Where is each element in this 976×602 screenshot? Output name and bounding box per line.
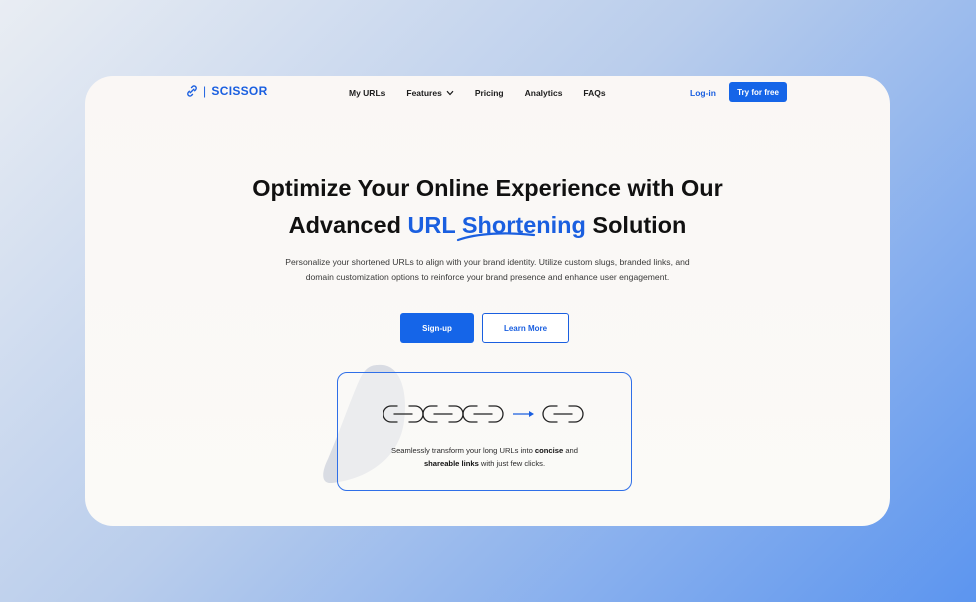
login-link[interactable]: Log-in	[690, 88, 716, 98]
hero-description: Personalize your shortened URLs to align…	[285, 257, 690, 282]
learn-more-button[interactable]: Learn More	[482, 313, 569, 343]
hero-headline-line1: Optimize Your Online Experience with Our	[252, 175, 723, 201]
brand-logo[interactable]: | SCISSOR	[186, 84, 268, 98]
feature-text-a: Seamlessly transform your long URLs into	[391, 446, 535, 455]
url-shortening-illustration-icon	[383, 405, 584, 423]
nav-item-my-urls[interactable]: My URLs	[349, 88, 385, 98]
signup-button[interactable]: Sign-up	[400, 313, 474, 343]
brand-name: SCISSOR	[211, 84, 268, 98]
nav-item-features[interactable]: Features	[406, 88, 454, 98]
feature-text-concise: concise	[534, 446, 564, 455]
link-icon	[187, 85, 197, 97]
nav-item-faqs[interactable]: FAQs	[583, 88, 605, 98]
try-for-free-button[interactable]: Try for free	[729, 82, 787, 102]
nav-item-features-label: Features	[406, 88, 442, 98]
highlight-underline	[456, 232, 536, 242]
chevron-down-icon	[446, 90, 454, 96]
hero-headline-line2-post: Solution	[585, 212, 687, 238]
feature-text-c: and	[563, 446, 578, 455]
brand-separator: |	[203, 84, 207, 98]
feature-card: Seamlessly transform your long URLs into…	[337, 372, 632, 491]
main-menu: My URLs Features Pricing Analytics FAQs	[349, 88, 606, 98]
hero-headline-line2-pre: Advanced	[288, 212, 408, 238]
feature-description: Seamlessly transform your long URLs into…	[338, 444, 631, 470]
landing-card: | SCISSOR My URLs Features Pricing Analy…	[85, 76, 890, 526]
nav-item-pricing[interactable]: Pricing	[475, 88, 504, 98]
feature-text-shareable: shareable links	[423, 459, 479, 468]
feature-text-e: with just few clicks.	[478, 459, 546, 468]
nav-item-analytics[interactable]: Analytics	[525, 88, 563, 98]
top-navbar: | SCISSOR My URLs Features Pricing Analy…	[85, 76, 890, 110]
